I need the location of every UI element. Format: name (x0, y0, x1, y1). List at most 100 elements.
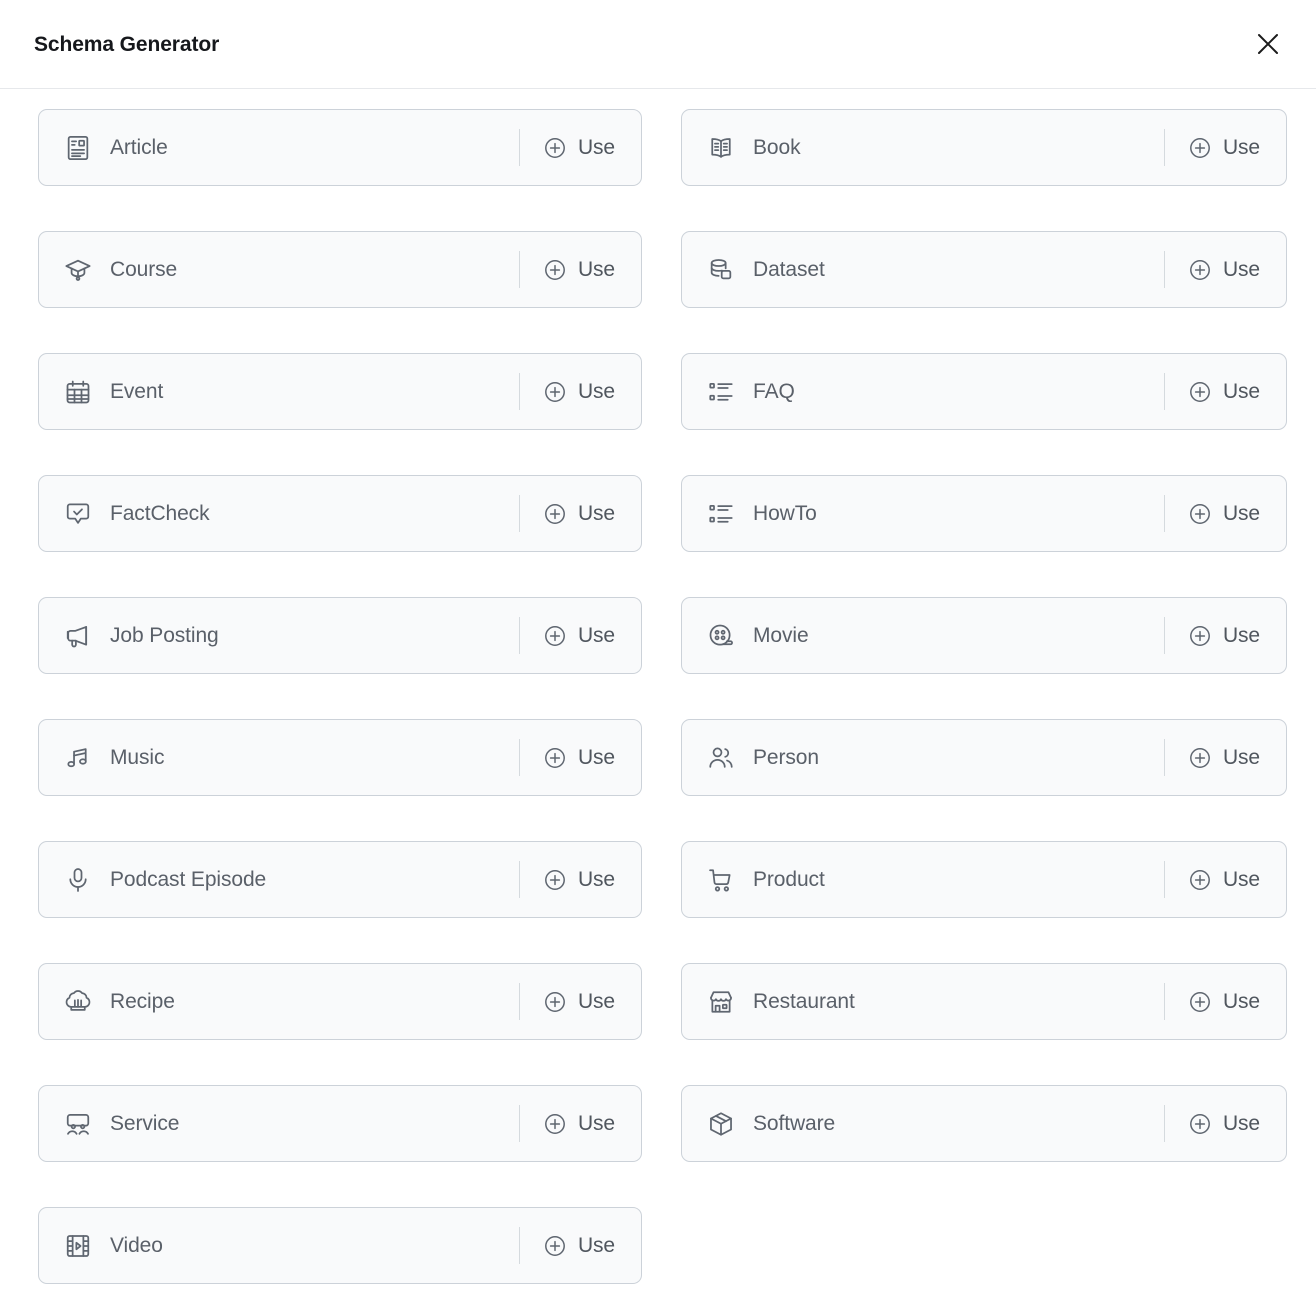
plus-circle-icon (1188, 136, 1212, 160)
use-button[interactable]: Use (520, 842, 641, 917)
use-button[interactable]: Use (1165, 110, 1286, 185)
use-button-label: Use (1222, 745, 1260, 769)
schema-card-label: Article (110, 135, 168, 159)
use-button-label: Use (1222, 867, 1260, 891)
schema-card-label: Job Posting (110, 623, 219, 647)
schema-card-article[interactable]: Article Use (38, 109, 642, 186)
page-title: Schema Generator (34, 32, 220, 56)
plus-circle-icon (543, 1112, 567, 1136)
use-button-label: Use (1222, 989, 1260, 1013)
use-button-label: Use (577, 623, 615, 647)
use-button[interactable]: Use (1165, 964, 1286, 1039)
package-box-icon (706, 1109, 736, 1139)
close-button[interactable] (1246, 22, 1290, 66)
music-note-icon (63, 743, 93, 773)
use-button[interactable]: Use (520, 598, 641, 673)
use-button-label: Use (1222, 623, 1260, 647)
plus-circle-icon (543, 258, 567, 282)
shopping-cart-icon (706, 865, 736, 895)
schema-card-howto[interactable]: HowTo Use (681, 475, 1287, 552)
use-button[interactable]: Use (520, 720, 641, 795)
plus-circle-icon (543, 380, 567, 404)
schema-card-dataset[interactable]: Dataset Use (681, 231, 1287, 308)
schema-card-course[interactable]: Course Use (38, 231, 642, 308)
modal-header: Schema Generator (0, 0, 1316, 89)
chef-hat-icon (63, 987, 93, 1017)
megaphone-icon (63, 621, 93, 651)
people-icon (706, 743, 736, 773)
use-button[interactable]: Use (1165, 720, 1286, 795)
schema-card-label: Event (110, 379, 164, 403)
use-button-label: Use (577, 135, 615, 159)
plus-circle-icon (1188, 380, 1212, 404)
schema-card-service[interactable]: Service Use (38, 1085, 642, 1162)
database-icon (706, 255, 736, 285)
schema-card-restaurant[interactable]: Restaurant Use (681, 963, 1287, 1040)
use-button-label: Use (1222, 257, 1260, 281)
plus-circle-icon (1188, 868, 1212, 892)
use-button[interactable]: Use (1165, 354, 1286, 429)
list-icon (706, 499, 736, 529)
schema-card-person[interactable]: Person Use (681, 719, 1287, 796)
schema-card-label: Service (110, 1111, 180, 1135)
schema-card-podcast-episode[interactable]: Podcast Episode Use (38, 841, 642, 918)
plus-circle-icon (543, 136, 567, 160)
use-button[interactable]: Use (520, 476, 641, 551)
service-counter-icon (63, 1109, 93, 1139)
schema-card-job-posting[interactable]: Job Posting Use (38, 597, 642, 674)
schema-card-music[interactable]: Music Use (38, 719, 642, 796)
schema-card-movie[interactable]: Movie Use (681, 597, 1287, 674)
schema-card-label: Music (110, 745, 165, 769)
use-button[interactable]: Use (1165, 1086, 1286, 1161)
schema-card-recipe[interactable]: Recipe Use (38, 963, 642, 1040)
schema-card-label: Course (110, 257, 178, 281)
schema-card-book[interactable]: Book Use (681, 109, 1287, 186)
schema-card-product[interactable]: Product Use (681, 841, 1287, 918)
plus-circle-icon (1188, 990, 1212, 1014)
schema-card-factcheck[interactable]: FactCheck Use (38, 475, 642, 552)
use-button[interactable]: Use (520, 1086, 641, 1161)
close-icon (1253, 29, 1283, 59)
use-button[interactable]: Use (1165, 598, 1286, 673)
use-button-label: Use (1222, 135, 1260, 159)
book-icon (706, 133, 736, 163)
schema-card-event[interactable]: Event Use (38, 353, 642, 430)
plus-circle-icon (543, 624, 567, 648)
use-button-label: Use (577, 1111, 615, 1135)
use-button-label: Use (1222, 501, 1260, 525)
use-button-label: Use (577, 257, 615, 281)
use-button-label: Use (577, 745, 615, 769)
use-button-label: Use (577, 379, 615, 403)
article-icon (63, 133, 93, 163)
use-button[interactable]: Use (520, 964, 641, 1039)
use-button[interactable]: Use (520, 110, 641, 185)
use-button[interactable]: Use (1165, 232, 1286, 307)
schema-card-label: Product (753, 867, 825, 891)
schema-card-label: FactCheck (110, 501, 210, 525)
use-button[interactable]: Use (1165, 842, 1286, 917)
plus-circle-icon (1188, 746, 1212, 770)
use-button-label: Use (577, 867, 615, 891)
use-button[interactable]: Use (520, 1208, 641, 1283)
film-reel-icon (706, 621, 736, 651)
schema-card-label: Movie (753, 623, 809, 647)
schema-card-software[interactable]: Software Use (681, 1085, 1287, 1162)
use-button-label: Use (1222, 379, 1260, 403)
microphone-icon (63, 865, 93, 895)
plus-circle-icon (1188, 624, 1212, 648)
speech-bubble-check-icon (63, 499, 93, 529)
plus-circle-icon (1188, 1112, 1212, 1136)
use-button[interactable]: Use (1165, 476, 1286, 551)
list-icon (706, 377, 736, 407)
schema-card-label: Book (753, 135, 801, 159)
schema-card-video[interactable]: Video Use (38, 1207, 642, 1284)
storefront-icon (706, 987, 736, 1017)
use-button-label: Use (577, 989, 615, 1013)
schema-card-label: FAQ (753, 379, 795, 403)
schema-card-faq[interactable]: FAQ Use (681, 353, 1287, 430)
plus-circle-icon (543, 502, 567, 526)
plus-circle-icon (1188, 258, 1212, 282)
use-button[interactable]: Use (520, 354, 641, 429)
schema-card-label: Dataset (753, 257, 825, 281)
use-button[interactable]: Use (520, 232, 641, 307)
